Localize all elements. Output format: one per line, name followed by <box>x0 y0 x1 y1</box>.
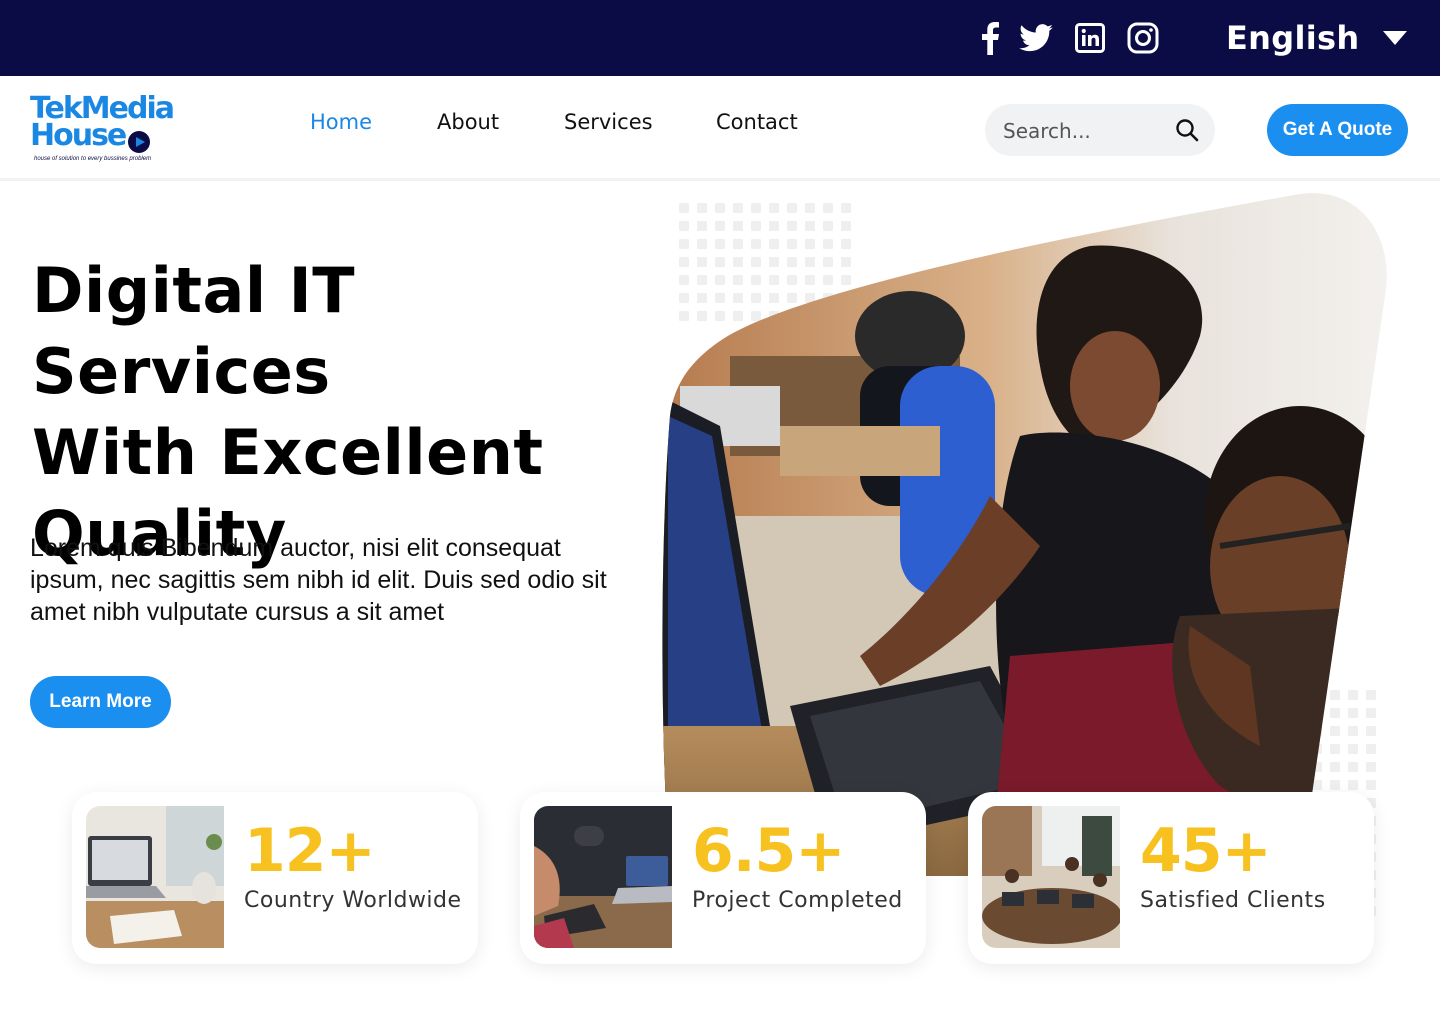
hero-description: Lorem quis Bibendum auctor, nisi elit co… <box>30 534 607 626</box>
twitter-icon[interactable] <box>1018 20 1054 56</box>
stat-value: 12+ <box>244 816 376 886</box>
stat-label: Project Completed <box>692 888 903 913</box>
logo-tagline: house of solution to every bussines prob… <box>34 156 152 162</box>
stat-label: Country Worldwide <box>244 888 462 913</box>
nav-contact[interactable]: Contact <box>716 110 798 134</box>
logo[interactable]: TekMedia House house of solution to ever… <box>30 94 190 164</box>
hero-title-line: With Excellent <box>32 416 544 489</box>
learn-more-button[interactable]: Learn More <box>30 676 171 728</box>
logo-line-2: House <box>30 118 127 153</box>
stat-card-countries: 12+ Country Worldwide <box>72 792 478 964</box>
stat-value: 45+ <box>1140 816 1272 886</box>
stat-value: 6.5+ <box>692 816 846 886</box>
stat-thumbnail <box>534 806 672 948</box>
language-selector[interactable]: English <box>1226 14 1408 62</box>
top-bar: English <box>0 0 1440 76</box>
stat-card-clients: 45+ Satisfied Clients <box>968 792 1374 964</box>
nav-about[interactable]: About <box>437 110 499 134</box>
stat-thumbnail <box>86 806 224 948</box>
play-icon <box>128 131 150 153</box>
chevron-down-icon <box>1383 31 1408 45</box>
search-icon[interactable] <box>1175 118 1199 142</box>
main-navbar: TekMedia House house of solution to ever… <box>0 76 1440 181</box>
instagram-icon[interactable] <box>1125 20 1161 56</box>
nav-home[interactable]: Home <box>310 110 372 134</box>
nav-services[interactable]: Services <box>564 110 653 134</box>
stat-label: Satisfied Clients <box>1140 888 1326 913</box>
hero-title: Digital IT Services With Excellent Quali… <box>32 250 652 574</box>
stat-card-projects: 6.5+ Project Completed <box>520 792 926 964</box>
search-box <box>985 104 1215 158</box>
hero-title-line: Digital IT Services <box>32 254 356 408</box>
hero-photo <box>662 193 1387 876</box>
get-a-quote-button[interactable]: Get A Quote <box>1267 104 1408 156</box>
language-label: English <box>1226 19 1360 57</box>
stat-thumbnail <box>982 806 1120 948</box>
facebook-icon[interactable] <box>972 20 1008 56</box>
linkedin-icon[interactable] <box>1072 20 1108 56</box>
search-input[interactable] <box>1001 104 1175 158</box>
